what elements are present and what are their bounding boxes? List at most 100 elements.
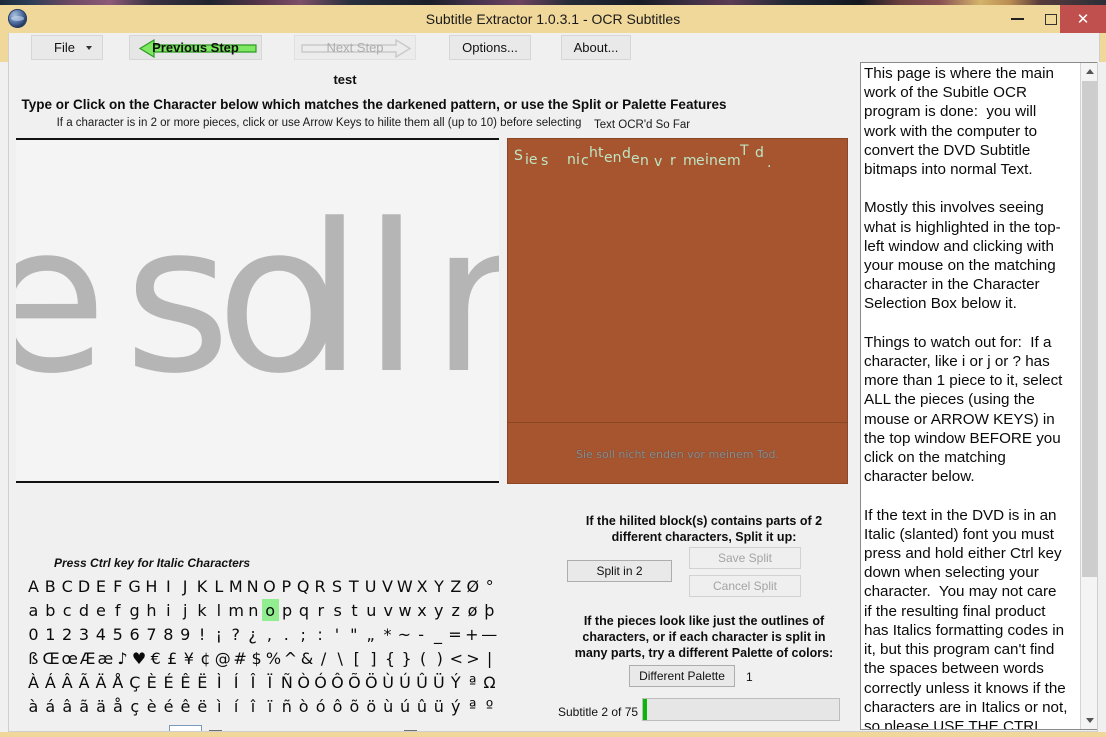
character-cell-t[interactable]: t [346,599,363,621]
character-cell-æ[interactable]: æ [96,647,114,669]
character-cell-n[interactable]: n [245,599,262,621]
character-cell-}[interactable]: } [398,647,415,669]
character-cell-ù[interactable]: ù [380,695,397,717]
character-cell-Ç[interactable]: Ç [126,671,143,693]
character-cell-ô[interactable]: ô [329,695,346,717]
help-scrollbar[interactable] [1080,63,1097,729]
character-cell-ª[interactable]: ª [464,695,481,717]
character-cell-¡[interactable]: ¡ [210,623,227,645]
character-cell-à[interactable]: à [25,695,42,717]
close-button[interactable]: ✕ [1060,5,1106,33]
character-cell-ë[interactable]: ë [194,695,211,717]
character-cell-q[interactable]: q [295,599,312,621]
bitmap-glyph-e[interactable]: e [16,198,107,403]
different-palette-button[interactable]: Different Palette [629,665,735,687]
character-cell-<[interactable]: < [448,647,465,669]
character-cell-_[interactable]: _ [430,623,447,645]
character-cell-D[interactable]: D [76,575,93,597]
character-cell-9[interactable]: 9 [177,623,194,645]
character-cell-"[interactable]: " [345,623,362,645]
character-cell-Ë[interactable]: Ë [194,671,211,693]
character-cell-Á[interactable]: Á [42,671,59,693]
character-cell-^[interactable]: ^ [282,647,299,669]
ocr-text-panel[interactable]: Sie s n i c h t en d e n v r m e i n e m Td. [507,138,848,423]
character-cell-ü[interactable]: ü [430,695,447,717]
character-cell-V[interactable]: V [379,575,396,597]
character-cell-—[interactable]: — [480,623,498,645]
character-cell-h[interactable]: h [143,599,160,621]
bitmap-glyph-r[interactable]: r [431,198,499,403]
character-cell-u[interactable]: u [363,599,380,621]
character-cell-A[interactable]: A [25,575,42,597]
character-cell-É[interactable]: É [160,671,177,693]
manual-character-input[interactable] [169,725,202,731]
character-cell-Q[interactable]: Q [295,575,312,597]
cancel-split-button[interactable]: Cancel Split [689,575,801,597]
character-cell-Í[interactable]: Í [228,671,245,693]
character-cell-â[interactable]: â [59,695,76,717]
character-cell-ß[interactable]: ß [25,647,42,669]
character-cell-ï[interactable]: ï [261,695,278,717]
character-cell-Ä[interactable]: Ä [93,671,110,693]
character-cell-ø[interactable]: ø [464,599,481,621]
character-cell-+[interactable]: + [463,623,480,645]
character-cell-d[interactable]: d [76,599,93,621]
character-cell-@[interactable]: @ [214,647,232,669]
character-cell-º[interactable]: º [481,695,498,717]
character-cell-N[interactable]: N [244,575,261,597]
character-cell-Ê[interactable]: Ê [177,671,194,693]
character-cell-H[interactable]: H [143,575,160,597]
bitmap-zoom-window[interactable]: e s o ll r [16,138,499,483]
character-cell-a[interactable]: a [25,599,42,621]
save-split-button[interactable]: Save Split [689,547,801,569]
scroll-down-button[interactable] [1081,712,1097,729]
character-cell-è[interactable]: è [143,695,160,717]
character-cell-W[interactable]: W [396,575,414,597]
character-cell-F[interactable]: F [109,575,126,597]
character-cell-¢[interactable]: ¢ [197,647,214,669]
character-cell-8[interactable]: 8 [160,623,177,645]
character-cell-♥[interactable]: ♥ [131,647,148,669]
character-cell-K[interactable]: K [194,575,211,597]
character-cell-Y[interactable]: Y [431,575,448,597]
character-cell-][interactable]: ] [365,647,382,669]
character-cell-{[interactable]: { [382,647,399,669]
character-cell-È[interactable]: È [143,671,160,693]
character-cell-Ý[interactable]: Ý [447,671,464,693]
character-cell-Z[interactable]: Z [447,575,464,597]
options-button[interactable]: Options... [449,35,531,60]
next-step-button[interactable]: Next Step [294,35,416,60]
character-cell-.[interactable]: . [278,623,295,645]
character-cell-c[interactable]: c [59,599,76,621]
character-cell-Û[interactable]: Û [413,671,430,693]
character-cell-~[interactable]: ~ [396,623,413,645]
character-cell-L[interactable]: L [210,575,227,597]
character-cell-%[interactable]: % [265,647,282,669]
character-cell-![interactable]: ! [194,623,211,645]
character-cell-=[interactable]: = [446,623,463,645]
character-cell-R[interactable]: R [312,575,329,597]
character-cell-ò[interactable]: ò [295,695,312,717]
character-cell-õ[interactable]: õ [346,695,363,717]
character-cell-5[interactable]: 5 [109,623,126,645]
character-cell-ç[interactable]: ç [126,695,143,717]
character-cell-|[interactable]: | [481,647,498,669]
character-cell-Ô[interactable]: Ô [329,671,346,693]
character-cell-Õ[interactable]: Õ [346,671,363,693]
character-cell-y[interactable]: y [430,599,447,621]
character-cell-v[interactable]: v [380,599,397,621]
character-cell-g[interactable]: g [126,599,143,621]
character-cell-x[interactable]: x [414,599,431,621]
character-cell-r[interactable]: r [312,599,329,621]
character-cell-S[interactable]: S [328,575,345,597]
character-cell-I[interactable]: I [160,575,177,597]
character-cell-£[interactable]: £ [164,647,181,669]
character-cell-M[interactable]: M [227,575,244,597]
character-cell-X[interactable]: X [414,575,431,597]
character-cell-'[interactable]: ' [328,623,345,645]
character-cell-j[interactable]: j [177,599,194,621]
character-cell-Ö[interactable]: Ö [363,671,380,693]
character-cell-Æ[interactable]: Æ [79,647,97,669]
character-cell-Ù[interactable]: Ù [380,671,397,693]
character-cell-¿[interactable]: ¿ [244,623,261,645]
